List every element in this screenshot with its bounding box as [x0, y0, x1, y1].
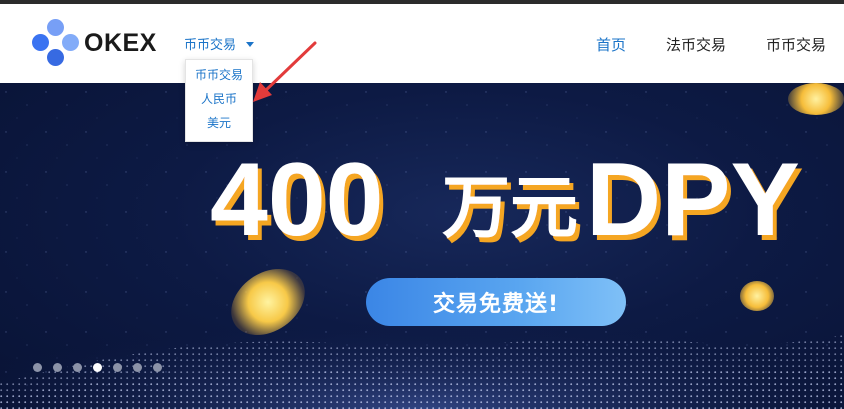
- headline-number: 400: [210, 143, 384, 253]
- carousel-pagination: [33, 363, 173, 372]
- red-arrow-icon: [253, 41, 317, 102]
- dropdown-item-usd[interactable]: 美元: [186, 111, 252, 135]
- nav-item-home[interactable]: 首页: [596, 34, 626, 55]
- carousel-dot[interactable]: [53, 363, 62, 372]
- main-nav: 首页 法币交易 币币交易: [556, 34, 826, 55]
- gold-coin-icon: [740, 281, 774, 311]
- carousel-dot[interactable]: [33, 363, 42, 372]
- brand-name: OKEX: [84, 28, 157, 57]
- headline: 400 万元 DPY: [210, 143, 800, 253]
- site-header: OKEX 币币交易 首页 法币交易 币币交易: [0, 4, 844, 83]
- carousel-dot-active[interactable]: [93, 363, 102, 372]
- carousel-dot[interactable]: [153, 363, 162, 372]
- nav-item-fiat-trading[interactable]: 法币交易: [666, 34, 726, 55]
- carousel-dot[interactable]: [73, 363, 82, 372]
- nav-item-coin-trading[interactable]: 币币交易: [766, 34, 826, 55]
- gold-coin-icon: [788, 83, 844, 115]
- okex-logo[interactable]: OKEX: [32, 19, 157, 67]
- free-trade-cta-button[interactable]: 交易免费送!: [366, 278, 626, 326]
- carousel-dot[interactable]: [113, 363, 122, 372]
- promo-banner[interactable]: 400 万元 DPY 交易免费送!: [0, 83, 844, 409]
- carousel-dot[interactable]: [133, 363, 142, 372]
- logo-mark-icon: [32, 19, 80, 67]
- headline-unit: 万元: [442, 169, 578, 248]
- trade-type-label: 币币交易: [184, 38, 237, 53]
- headline-suffix: DPY: [586, 143, 800, 253]
